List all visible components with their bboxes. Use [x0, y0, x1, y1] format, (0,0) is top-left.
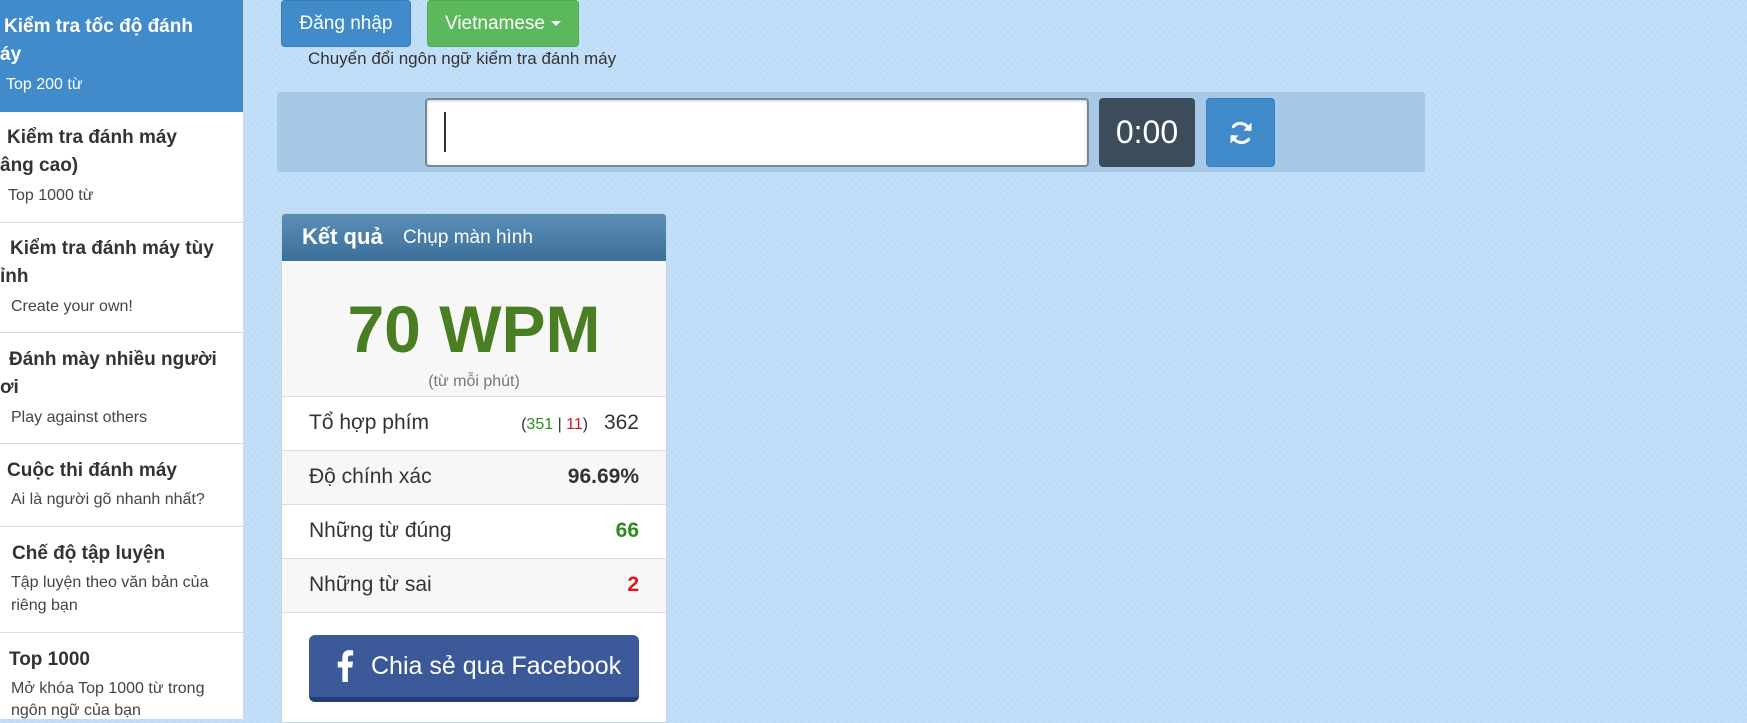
- results-title: Kết quả: [302, 224, 383, 249]
- facebook-icon: [337, 650, 354, 682]
- sidebar-item-subtitle: Mở khóa Top 1000 từ trong: [11, 680, 205, 697]
- keystrokes-label: Tổ hợp phím: [309, 411, 429, 434]
- correct-words-row: Những từ đúng 66: [282, 504, 666, 558]
- keystrokes-separator: |: [553, 416, 567, 433]
- sidebar-item-custom-test[interactable]: Kiểm tra đánh máy tùy ỉnh Create your ow…: [0, 223, 243, 333]
- keystrokes-paren-close: ): [582, 416, 589, 433]
- facebook-share-label: Chia sẻ qua Facebook: [371, 651, 622, 680]
- refresh-icon: [1230, 121, 1251, 144]
- results-header: Kết quả Chụp màn hình: [282, 214, 666, 261]
- sidebar-item-subtitle-cont: riêng bạn: [11, 597, 78, 614]
- caret-down-icon: [551, 21, 561, 26]
- sidebar-item-top-1000[interactable]: Top 1000 Mở khóa Top 1000 từ trong ngôn …: [0, 633, 243, 719]
- keystrokes-row: Tổ hợp phím (351 | 11) 362: [282, 396, 666, 450]
- sidebar-item-subtitle: Ai là người gõ nhanh nhất?: [11, 491, 205, 508]
- sidebar-item-title-cont: ơi: [0, 377, 19, 398]
- language-hint: Chuyển đổi ngôn ngữ kiểm tra đánh máy: [308, 49, 617, 68]
- keystrokes-correct: 351: [526, 416, 554, 433]
- results-panel: Kết quả Chụp màn hình 70 WPM (từ mỗi phú…: [281, 213, 667, 723]
- sidebar-item-subtitle: Top 200 từ: [6, 76, 83, 93]
- sidebar-item-title: Kiểm tra tốc độ đánh: [4, 16, 193, 37]
- language-label: Vietnamese: [445, 12, 545, 34]
- correct-words-value: 66: [615, 519, 639, 542]
- screenshot-link[interactable]: Chụp màn hình: [403, 227, 533, 249]
- sidebar-item-subtitle: Top 1000 từ: [8, 187, 94, 204]
- accuracy-row: Độ chính xác 96.69%: [282, 450, 666, 504]
- sidebar-item-title: Top 1000: [9, 649, 90, 670]
- wrong-words-row: Những từ sai 2: [282, 558, 666, 612]
- wpm-caption: (từ mỗi phút): [428, 373, 520, 390]
- typing-input[interactable]: [425, 98, 1089, 167]
- sidebar-item-title: Đánh mày nhiều người: [9, 349, 217, 370]
- login-button[interactable]: Đăng nhập: [281, 0, 411, 47]
- timer: 0:00: [1099, 98, 1195, 167]
- sidebar-item-title: Chế độ tập luyện: [12, 543, 166, 564]
- sidebar-item-multiplayer[interactable]: Đánh mày nhiều người ơi Play against oth…: [0, 333, 243, 444]
- keystrokes-total: 362: [603, 411, 639, 434]
- correct-words-label: Những từ đúng: [309, 519, 452, 542]
- language-dropdown[interactable]: Vietnamese: [427, 0, 579, 47]
- sidebar-item-subtitle: Tập luyện theo văn bản của: [11, 574, 209, 591]
- sidebar-item-subtitle: Create your own!: [11, 298, 133, 315]
- accuracy-value: 96.69%: [567, 465, 639, 488]
- sidebar-item-subtitle: Play against others: [11, 409, 148, 426]
- wrong-words-value: 2: [627, 573, 639, 596]
- sidebar-item-title: Kiểm tra đánh máy tùy: [10, 238, 214, 259]
- reload-button[interactable]: [1206, 98, 1275, 167]
- sidebar-item-speed-test[interactable]: Kiểm tra tốc độ đánh áy Top 200 từ: [0, 0, 243, 112]
- accuracy-label: Độ chính xác: [309, 465, 432, 488]
- wrong-words-label: Những từ sai: [309, 573, 432, 596]
- text-cursor: [444, 112, 446, 152]
- sidebar-item-title: Cuộc thi đánh máy: [7, 460, 177, 481]
- sidebar-item-subtitle-cont: ngôn ngữ của bạn: [11, 702, 141, 719]
- sidebar: Kiểm tra tốc độ đánh áy Top 200 từ Kiểm …: [0, 0, 244, 719]
- sidebar-item-competition[interactable]: Cuộc thi đánh máy Ai là người gõ nhanh n…: [0, 444, 243, 527]
- sidebar-item-advanced-test[interactable]: Kiểm tra đánh máy âng cao) Top 1000 từ: [0, 112, 243, 223]
- sidebar-item-title-cont: ỉnh: [0, 266, 29, 287]
- wpm-value: 70 WPM: [347, 292, 601, 366]
- keystrokes-value: (351 | 11) 362: [521, 411, 639, 435]
- sidebar-item-title-cont: âng cao): [0, 155, 79, 176]
- sidebar-item-title-cont: áy: [0, 44, 22, 65]
- keystrokes-wrong: 11: [566, 416, 583, 433]
- sidebar-item-title: Kiểm tra đánh máy: [7, 127, 177, 148]
- sidebar-item-practice-mode[interactable]: Chế độ tập luyện Tập luyện theo văn bản …: [0, 527, 243, 633]
- facebook-share-button[interactable]: Chia sẻ qua Facebook: [309, 635, 639, 702]
